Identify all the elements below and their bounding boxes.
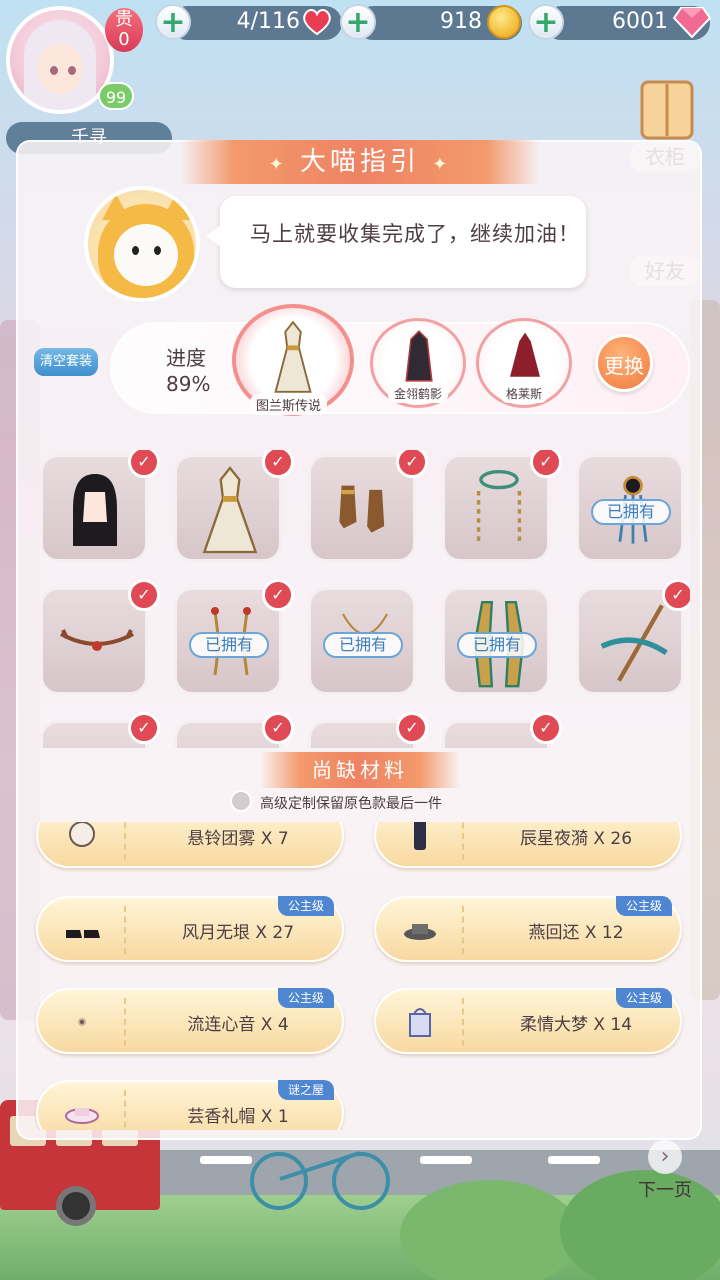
owned-tag: 已拥有	[591, 499, 671, 525]
material-name: 芸香礼帽 X 1	[187, 1107, 289, 1127]
item-card[interactable]: 已拥有	[576, 454, 684, 562]
missing-materials-title: 尚缺材料	[260, 752, 460, 788]
guide-speech-bubble: 马上就要收集完成了，继续加油！	[206, 196, 586, 288]
material-name: 辰星夜漪 X 26	[519, 829, 633, 849]
owned-tag: 已拥有	[457, 632, 537, 658]
item-card[interactable]: 已拥有	[308, 587, 416, 695]
check-icon: ✓	[262, 450, 294, 478]
suit-option-label: 金翎鹤影	[388, 384, 449, 403]
suit-items-grid: ✓ ✓ ✓ ✓ 已拥有 ✓ 已拥有 ✓ 已拥有 已拥有 ✓ ✓ ✓ ✓ ✓	[40, 450, 690, 748]
check-icon: ✓	[128, 712, 160, 744]
bicycle-illustration	[250, 1130, 390, 1210]
sparkle-icon: ✦	[432, 154, 452, 175]
item-card[interactable]: 已拥有	[442, 587, 550, 695]
swap-suit-button[interactable]: 更换	[595, 334, 653, 392]
owned-tag: 已拥有	[323, 632, 403, 658]
guide-title: 大喵指引	[299, 147, 420, 177]
hair-bun-icon	[69, 822, 95, 847]
material-name: 风月无垠 X 27	[181, 923, 295, 943]
material-name: 悬铃团雾 X 7	[187, 829, 289, 849]
rarity-tag: 谜之屋	[277, 1080, 334, 1100]
material-card[interactable]: 风月无垠 X 27 公主级	[36, 896, 344, 962]
guide-message: 马上就要收集完成了，继续加油！	[250, 222, 580, 246]
road-marking	[548, 1156, 600, 1164]
hat-icon	[404, 924, 436, 940]
add-stamina-button[interactable]: +	[155, 4, 191, 40]
material-card[interactable]: 芸香礼帽 X 1 谜之屋	[36, 1080, 344, 1130]
next-page-button[interactable]: › 下一页	[632, 1140, 698, 1201]
check-icon: ✓	[396, 712, 428, 744]
check-icon: ✓	[128, 450, 160, 478]
wardrobe-icon[interactable]	[634, 76, 700, 142]
material-card[interactable]: 柔情大梦 X 14 公主级	[374, 988, 682, 1054]
check-icon: ✓	[530, 712, 562, 744]
bag-icon	[409, 1008, 431, 1037]
keep-original-color-label[interactable]: 高级定制保留原色款最后一件	[260, 793, 442, 813]
road-marking	[200, 1156, 252, 1164]
shoes-icon	[66, 930, 100, 938]
diamond-icon	[673, 7, 711, 38]
rarity-tag: 公主级	[615, 988, 672, 1008]
add-diamond-button[interactable]: +	[528, 4, 564, 40]
check-icon: ✓	[262, 579, 294, 611]
add-gold-button[interactable]: +	[340, 4, 376, 40]
rarity-tag: 公主级	[277, 896, 334, 916]
dress-icon	[202, 466, 258, 554]
progress-label: 进度	[166, 346, 206, 370]
earring-icon	[78, 1018, 86, 1026]
dress-icon	[274, 320, 312, 393]
check-icon: ✓	[662, 579, 690, 611]
staff-icon	[600, 604, 668, 682]
rarity-tag: 公主级	[277, 988, 334, 1008]
hat-icon	[65, 1108, 99, 1124]
coin-icon	[487, 5, 521, 39]
boots-icon	[414, 822, 426, 850]
material-card[interactable]: 辰星夜漪 X 26	[374, 822, 682, 868]
vip-level: 0	[118, 29, 130, 50]
clear-suit-button[interactable]: 清空套装	[34, 348, 98, 376]
suit-option-label: 图兰斯传说	[250, 394, 328, 415]
sparkle-icon: ✦	[268, 154, 288, 175]
background-tree	[400, 1180, 580, 1280]
keep-original-color-radio[interactable]	[230, 790, 252, 812]
material-name: 燕回还 X 12	[528, 923, 624, 943]
material-name: 流连心音 X 4	[187, 1015, 289, 1035]
tiara-icon	[60, 629, 134, 651]
progress-value: 89%	[166, 372, 211, 396]
material-card[interactable]: 燕回还 X 12 公主级	[374, 896, 682, 962]
dress-icon	[507, 329, 543, 379]
stamina-value: 4/116	[236, 9, 300, 34]
vip-badge[interactable]: 贵 0	[105, 8, 143, 52]
heart-icon	[303, 9, 331, 36]
check-icon: ✓	[530, 450, 562, 478]
material-card[interactable]: 流连心音 X 4 公主级	[36, 988, 344, 1054]
rarity-tag: 公主级	[615, 896, 672, 916]
suit-option-label: 格莱斯	[500, 384, 549, 403]
material-name: 柔情大梦 X 14	[519, 1015, 633, 1035]
road-marking	[420, 1156, 472, 1164]
gold-value: 918	[440, 9, 482, 34]
hair-icon	[73, 474, 117, 546]
material-card[interactable]: 悬铃团雾 X 7	[36, 822, 344, 868]
player-level-badge: 99	[98, 82, 134, 110]
diamond-value: 6001	[612, 9, 668, 34]
check-icon: ✓	[128, 579, 160, 611]
chevron-right-icon: ›	[648, 1140, 682, 1174]
owned-tag: 已拥有	[189, 632, 269, 658]
shoes-icon	[339, 485, 385, 533]
dress-icon	[405, 330, 433, 382]
vip-label: 贵	[115, 9, 133, 30]
guide-cat-avatar	[84, 186, 200, 302]
check-icon: ✓	[262, 712, 294, 744]
guide-title-banner: ✦ 大喵指引 ✦	[180, 140, 540, 184]
earrings-icon	[476, 470, 522, 541]
check-icon: ✓	[396, 450, 428, 478]
next-page-label: 下一页	[638, 1180, 692, 1201]
missing-materials-list: 悬铃团雾 X 7 辰星夜漪 X 26 风月无垠 X 27 公主级 燕回还 X 1…	[30, 822, 690, 1130]
